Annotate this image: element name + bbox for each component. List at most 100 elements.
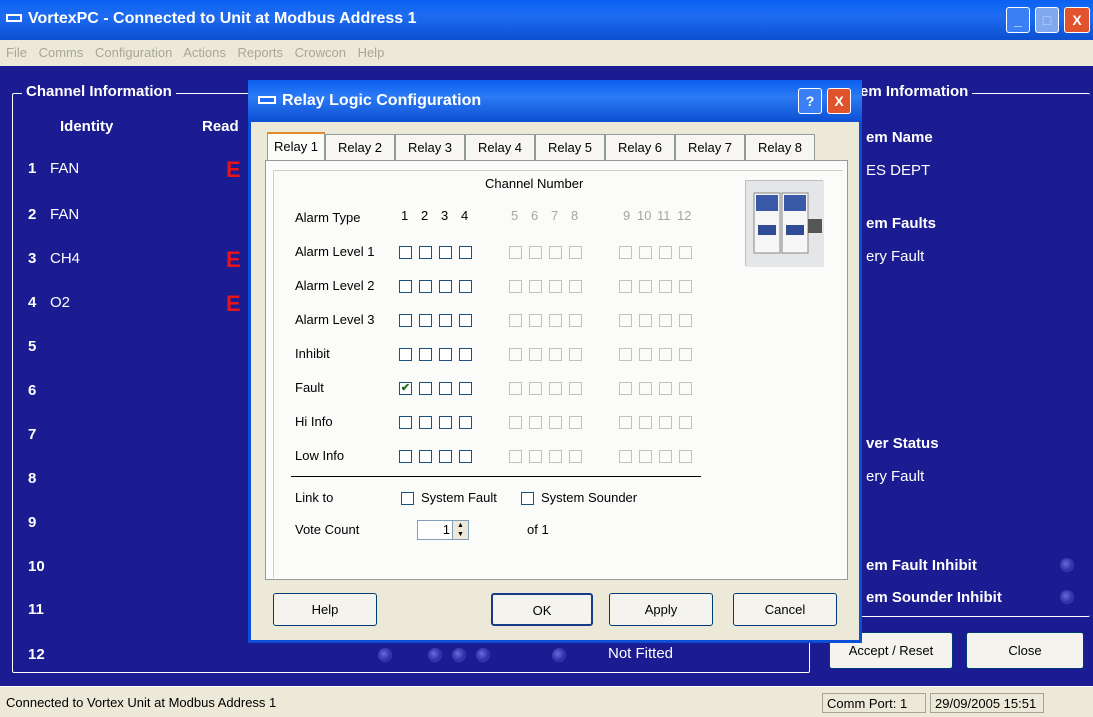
channel-number: 9 xyxy=(28,514,37,531)
relay-checkbox[interactable] xyxy=(459,246,472,259)
relay-checkbox[interactable] xyxy=(459,416,472,429)
vortex-device-icon xyxy=(746,181,824,267)
relay-checkbox[interactable] xyxy=(419,280,432,293)
relay-checkbox[interactable] xyxy=(399,246,412,259)
relay-checkbox[interactable] xyxy=(459,314,472,327)
close-button[interactable]: X xyxy=(1064,7,1090,33)
menu-configuration[interactable]: Configuration xyxy=(95,45,172,60)
channel-identity: O2 xyxy=(50,294,71,311)
cancel-button[interactable]: Cancel xyxy=(733,593,837,626)
relay-checkbox xyxy=(639,382,652,395)
relay-checkbox xyxy=(639,280,652,293)
tab-relay-7[interactable]: Relay 7 xyxy=(675,134,745,160)
relay-checkbox[interactable] xyxy=(459,450,472,463)
menu-help[interactable]: Help xyxy=(358,45,385,60)
relay-checkbox[interactable] xyxy=(439,382,452,395)
channel-number: 2 xyxy=(28,206,37,223)
system-fault-checkbox[interactable] xyxy=(401,492,414,505)
channel-number-label: Channel Number xyxy=(485,176,584,191)
relay-checkbox xyxy=(659,416,672,429)
relay-checkbox xyxy=(619,314,632,327)
relay-checkbox xyxy=(509,416,522,429)
relay-checkbox[interactable] xyxy=(419,348,432,361)
dialog-help-button[interactable]: ? xyxy=(798,88,822,114)
channel-heading: 10 xyxy=(637,208,652,223)
tab-relay-2[interactable]: Relay 2 xyxy=(325,134,395,160)
relay-checkbox xyxy=(679,382,692,395)
tab-relay-4[interactable]: Relay 4 xyxy=(465,134,535,160)
help-button[interactable]: Help xyxy=(273,593,377,626)
relay-checkbox[interactable] xyxy=(439,246,452,259)
tab-relay-5[interactable]: Relay 5 xyxy=(535,134,605,160)
tab-relay-6[interactable]: Relay 6 xyxy=(605,134,675,160)
relay-checkbox[interactable] xyxy=(439,314,452,327)
relay-checkbox xyxy=(529,246,542,259)
dialog-close-button[interactable]: X xyxy=(827,88,851,114)
relay-checkbox[interactable] xyxy=(419,416,432,429)
channel-number: 6 xyxy=(28,382,37,399)
system-faults-value: ery Fault xyxy=(866,248,925,265)
menu-comms[interactable]: Comms xyxy=(39,45,84,60)
menu-file[interactable]: File xyxy=(6,45,27,60)
vote-count-spinner[interactable]: ▲ ▼ xyxy=(452,521,468,539)
menu-actions[interactable]: Actions xyxy=(183,45,226,60)
channel-number: 8 xyxy=(28,470,37,487)
channel-identity: CH4 xyxy=(50,250,81,267)
relay-checkbox[interactable] xyxy=(399,314,412,327)
relay-checkbox xyxy=(509,280,522,293)
channel-12-status: Not Fitted xyxy=(608,645,674,662)
relay-checkbox xyxy=(639,314,652,327)
relay-checkbox xyxy=(659,280,672,293)
relay-checkbox[interactable] xyxy=(459,348,472,361)
relay-checkbox[interactable] xyxy=(399,280,412,293)
tab-relay-8[interactable]: Relay 8 xyxy=(745,134,815,160)
system-sounder-checkbox[interactable] xyxy=(521,492,534,505)
app-icon xyxy=(6,14,22,22)
tab-relay-1[interactable]: Relay 1 xyxy=(267,132,325,162)
relay-checkbox[interactable] xyxy=(419,246,432,259)
relay-checkbox[interactable] xyxy=(419,314,432,327)
channel-number: 10 xyxy=(28,558,45,575)
dialog-titlebar[interactable]: Relay Logic Configuration ? X xyxy=(248,80,862,122)
fault-inhibit-label: em Fault Inhibit xyxy=(866,557,977,574)
relay-checkbox xyxy=(509,314,522,327)
relay-checkbox xyxy=(659,450,672,463)
relay-checkbox[interactable] xyxy=(419,450,432,463)
apply-button-label: Apply xyxy=(644,602,678,617)
apply-button[interactable]: Apply xyxy=(609,593,713,626)
row-label: Alarm Level 2 xyxy=(295,278,375,293)
relay-checkbox xyxy=(619,382,632,395)
relay-checkbox[interactable] xyxy=(399,450,412,463)
relay-checkbox[interactable] xyxy=(399,348,412,361)
relay-checkbox[interactable] xyxy=(399,416,412,429)
relay-checkbox xyxy=(619,450,632,463)
tab-relay-3[interactable]: Relay 3 xyxy=(395,134,465,160)
vote-count-input[interactable]: 1 ▲ ▼ xyxy=(417,520,469,540)
relay-checkbox xyxy=(529,382,542,395)
error-reading: E xyxy=(226,291,241,316)
relay-checkbox xyxy=(509,450,522,463)
menu-reports[interactable]: Reports xyxy=(237,45,283,60)
relay-checkbox[interactable] xyxy=(459,382,472,395)
channel-number: 3 xyxy=(28,250,37,267)
relay-checkbox xyxy=(659,348,672,361)
relay-checkbox[interactable] xyxy=(459,280,472,293)
main-titlebar[interactable]: VortexPC - Connected to Unit at Modbus A… xyxy=(0,0,1093,40)
main-close-button[interactable]: Close xyxy=(966,632,1084,669)
ok-button[interactable]: OK xyxy=(491,593,593,626)
relay-checkbox[interactable] xyxy=(439,416,452,429)
minimize-button[interactable]: _ xyxy=(1006,7,1030,33)
status-message: Connected to Vortex Unit at Modbus Addre… xyxy=(6,695,277,710)
relay-checkbox[interactable]: ✔ xyxy=(399,382,412,395)
relay-checkbox[interactable] xyxy=(439,348,452,361)
relay-checkbox[interactable] xyxy=(439,280,452,293)
maximize-button[interactable]: □ xyxy=(1035,7,1059,33)
channel-number: 7 xyxy=(28,426,37,443)
sounder-inhibit-label: em Sounder Inhibit xyxy=(866,589,1002,606)
channel-number: 1 xyxy=(28,160,37,177)
reading-header: Read xyxy=(202,118,239,135)
relay-checkbox[interactable] xyxy=(419,382,432,395)
relay-checkbox xyxy=(569,382,582,395)
menu-crowcon[interactable]: Crowcon xyxy=(295,45,346,60)
relay-checkbox[interactable] xyxy=(439,450,452,463)
